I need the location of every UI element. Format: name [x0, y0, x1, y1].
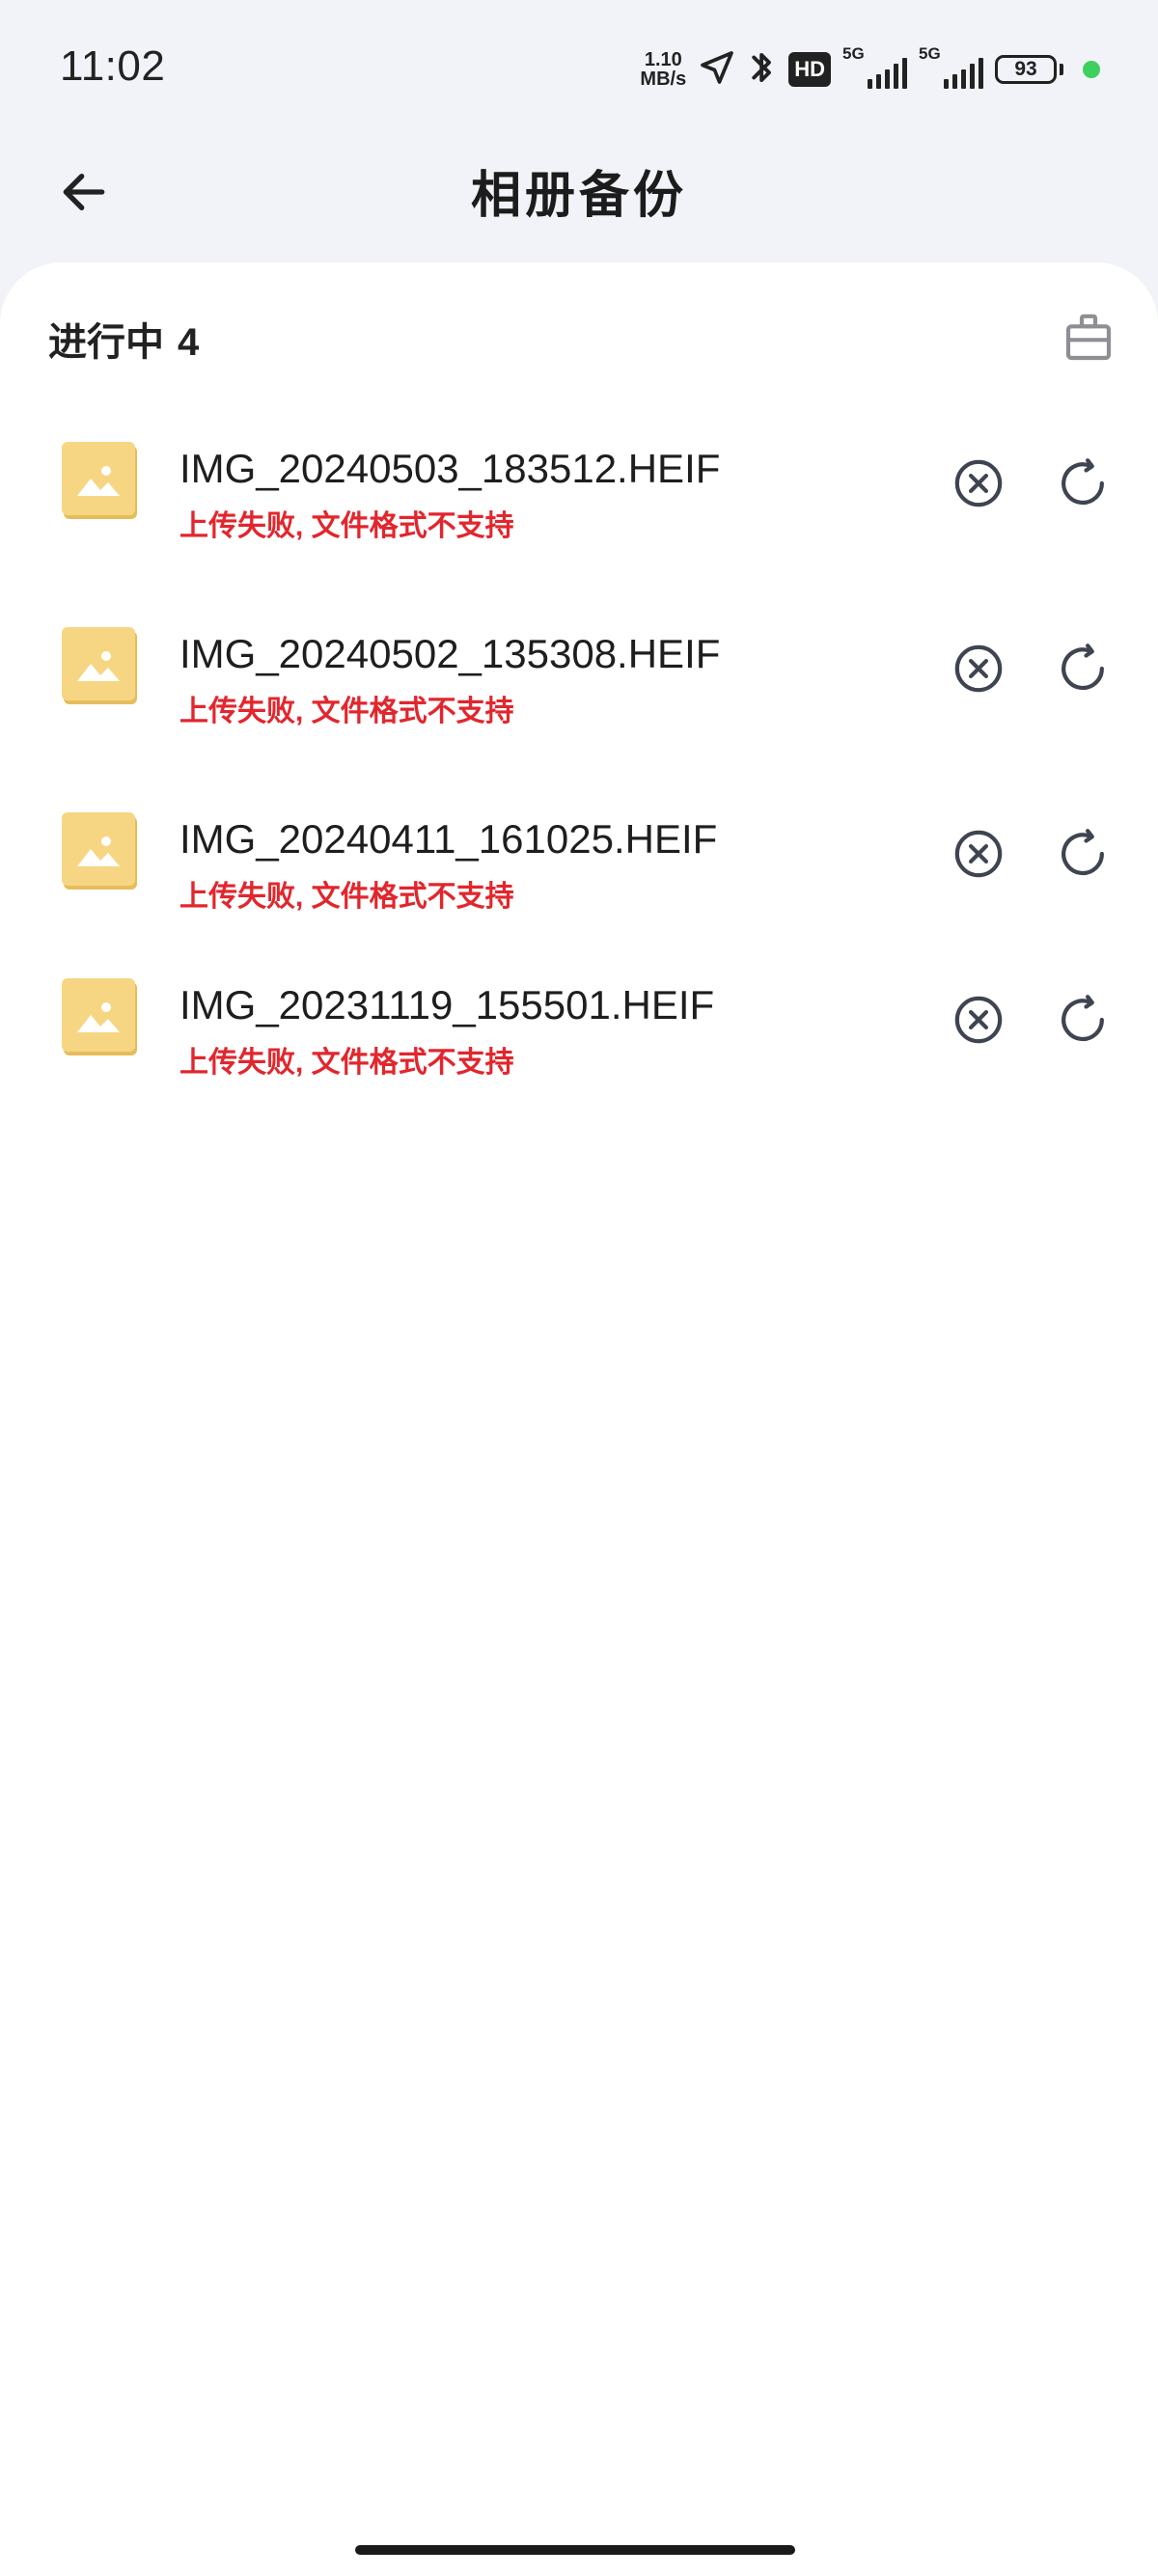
- header: 相册备份: [0, 135, 1158, 260]
- sim2-label: 5G: [919, 44, 941, 63]
- file-name: IMG_20240411_161025.HEIF: [179, 816, 718, 862]
- retry-button[interactable]: [1049, 450, 1117, 517]
- hd-icon: HD: [788, 52, 831, 87]
- close-circle-icon: [954, 459, 1003, 507]
- file-name: IMG_20231119_155501.HEIF: [179, 982, 715, 1028]
- list-item: IMG_20240503_183512.HEIF 上传失败, 文件格式不支持: [0, 426, 1158, 600]
- location-arrow-icon: [698, 48, 736, 92]
- status-time: 11:02: [60, 42, 166, 90]
- refresh-icon: [1062, 995, 1104, 1042]
- image-file-icon: [62, 812, 139, 890]
- upload-list: IMG_20240503_183512.HEIF 上传失败, 文件格式不支持 I…: [0, 426, 1158, 1137]
- page-title: 相册备份: [470, 168, 687, 224]
- cancel-button[interactable]: [945, 450, 1012, 517]
- section-count: 4: [178, 321, 200, 364]
- refresh-icon: [1062, 458, 1104, 506]
- retry-button[interactable]: [1049, 820, 1117, 888]
- file-name: IMG_20240502_135308.HEIF: [179, 631, 721, 676]
- cancel-button[interactable]: [945, 820, 1012, 888]
- network-speed: 1.10 MB/s: [640, 50, 686, 89]
- privacy-dot: [1083, 61, 1100, 78]
- list-item: IMG_20240502_135308.HEIF 上传失败, 文件格式不支持: [0, 612, 1158, 785]
- signal-icon: 5G: [842, 44, 907, 89]
- status-icons: 1.10 MB/s HD 5G 5G 93: [640, 44, 1100, 93]
- battery-icon: 93: [995, 55, 1063, 84]
- list-item: IMG_20231119_155501.HEIF 上传失败, 文件格式不支持: [0, 963, 1158, 1137]
- cancel-button[interactable]: [945, 986, 1012, 1054]
- file-status: 上传失败, 文件格式不支持: [179, 1047, 514, 1079]
- clear-button[interactable]: [1060, 309, 1117, 367]
- sim1-label: 5G: [842, 44, 865, 63]
- battery-level: 93: [995, 55, 1057, 84]
- file-name: IMG_20240503_183512.HEIF: [179, 446, 721, 491]
- signal-icon: 5G: [919, 44, 983, 89]
- retry-button[interactable]: [1049, 635, 1117, 702]
- image-file-icon: [62, 627, 139, 704]
- content-sheet: 进行中 4 IMG_20240503_183512.HEIF 上传失败, 文件格式…: [0, 262, 1158, 2576]
- refresh-icon: [1062, 644, 1104, 691]
- list-item: IMG_20240411_161025.HEIF 上传失败, 文件格式不支持: [0, 797, 1158, 971]
- network-speed-value: 1.10: [644, 49, 682, 70]
- home-indicator[interactable]: [355, 2545, 795, 2555]
- close-circle-icon: [954, 830, 1003, 878]
- image-file-icon: [62, 442, 139, 519]
- bluetooth-icon: [748, 47, 777, 93]
- close-circle-icon: [954, 996, 1003, 1044]
- section-header: 进行中 4: [48, 311, 199, 367]
- file-status: 上传失败, 文件格式不支持: [179, 696, 514, 727]
- image-file-icon: [62, 978, 139, 1055]
- refresh-icon: [1062, 829, 1104, 876]
- close-circle-icon: [954, 644, 1003, 693]
- file-status: 上传失败, 文件格式不支持: [179, 881, 514, 913]
- status-bar: 11:02 1.10 MB/s HD 5G 5G 93: [0, 0, 1158, 135]
- network-speed-unit: MB/s: [640, 69, 687, 90]
- file-status: 上传失败, 文件格式不支持: [179, 510, 514, 542]
- section-label: 进行中: [48, 321, 164, 364]
- broom-icon: [1065, 314, 1112, 361]
- cancel-button[interactable]: [945, 635, 1012, 702]
- retry-button[interactable]: [1049, 986, 1117, 1054]
